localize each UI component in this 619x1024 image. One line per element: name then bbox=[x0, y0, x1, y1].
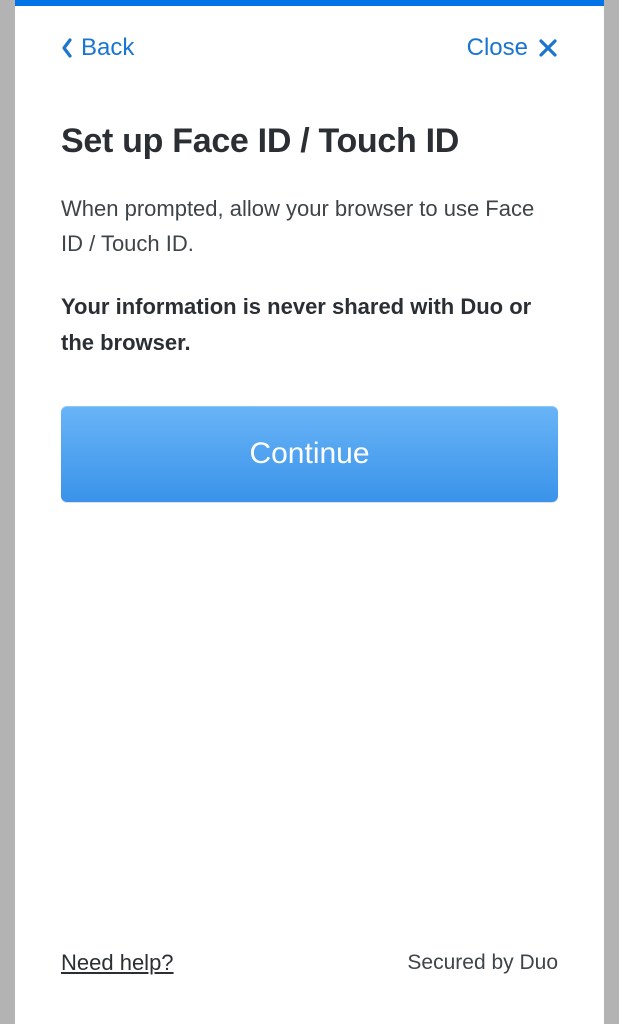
modal-content: Set up Face ID / Touch ID When prompted,… bbox=[15, 62, 604, 950]
close-button[interactable]: Close bbox=[467, 34, 558, 62]
modal-footer: Need help? Secured by Duo bbox=[15, 950, 604, 1024]
close-label: Close bbox=[467, 34, 528, 62]
back-button[interactable]: Back bbox=[61, 34, 134, 62]
page-title: Set up Face ID / Touch ID bbox=[61, 122, 558, 161]
description-text: When prompted, allow your browser to use… bbox=[61, 191, 558, 261]
modal-header: Back Close bbox=[15, 6, 604, 62]
privacy-note: Your information is never shared with Du… bbox=[61, 289, 558, 359]
back-label: Back bbox=[81, 34, 134, 62]
continue-button[interactable]: Continue bbox=[61, 406, 558, 502]
secured-by-label: Secured by Duo bbox=[407, 951, 558, 975]
setup-modal: Back Close Set up Face ID / Touch ID Whe… bbox=[15, 0, 604, 1024]
close-icon bbox=[538, 38, 558, 58]
chevron-left-icon bbox=[61, 38, 73, 58]
help-link[interactable]: Need help? bbox=[61, 950, 174, 976]
